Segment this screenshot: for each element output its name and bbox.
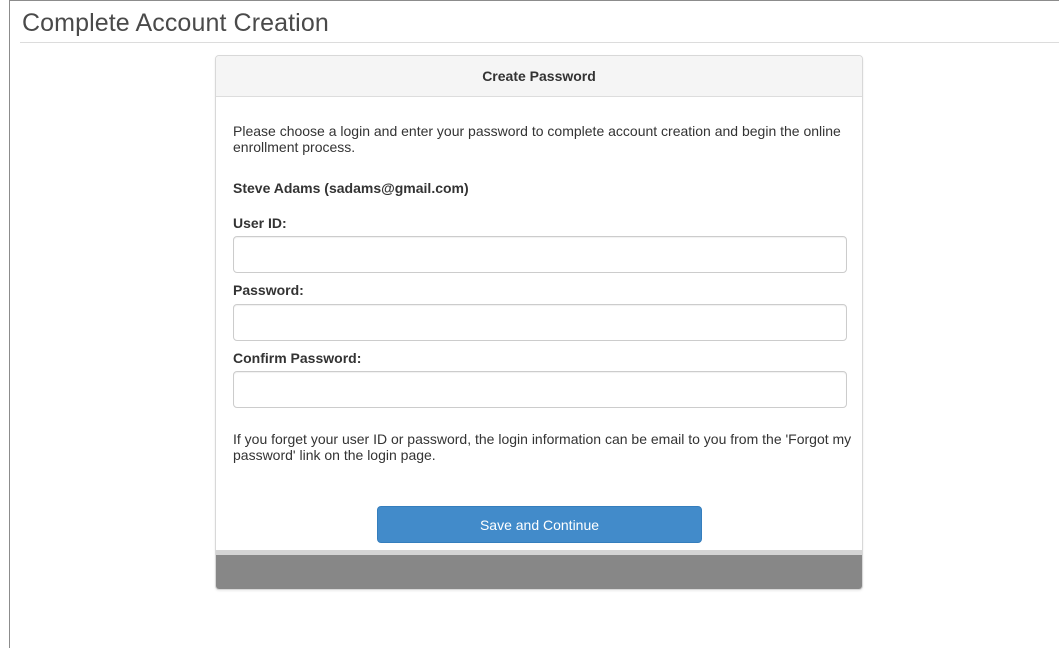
user-id-input[interactable] — [233, 236, 847, 273]
save-and-continue-button[interactable]: Save and Continue — [377, 506, 702, 543]
create-password-panel: Create Password Please choose a login an… — [215, 55, 863, 590]
user-id-label: User ID: — [233, 215, 287, 231]
password-label: Password: — [233, 282, 304, 298]
user-display: Steve Adams (sadams@gmail.com) — [233, 180, 469, 196]
confirm-password-label: Confirm Password: — [233, 350, 362, 366]
panel-footer — [216, 555, 862, 589]
panel-heading: Create Password — [216, 56, 862, 97]
title-divider — [20, 42, 1059, 43]
page-title: Complete Account Creation — [22, 9, 329, 37]
panel-heading-title: Create Password — [482, 68, 596, 84]
confirm-password-input[interactable] — [233, 371, 847, 408]
password-input[interactable] — [233, 304, 847, 341]
intro-text: Please choose a login and enter your pas… — [233, 123, 841, 155]
forgot-password-help-text: If you forget your user ID or password, … — [233, 431, 852, 463]
